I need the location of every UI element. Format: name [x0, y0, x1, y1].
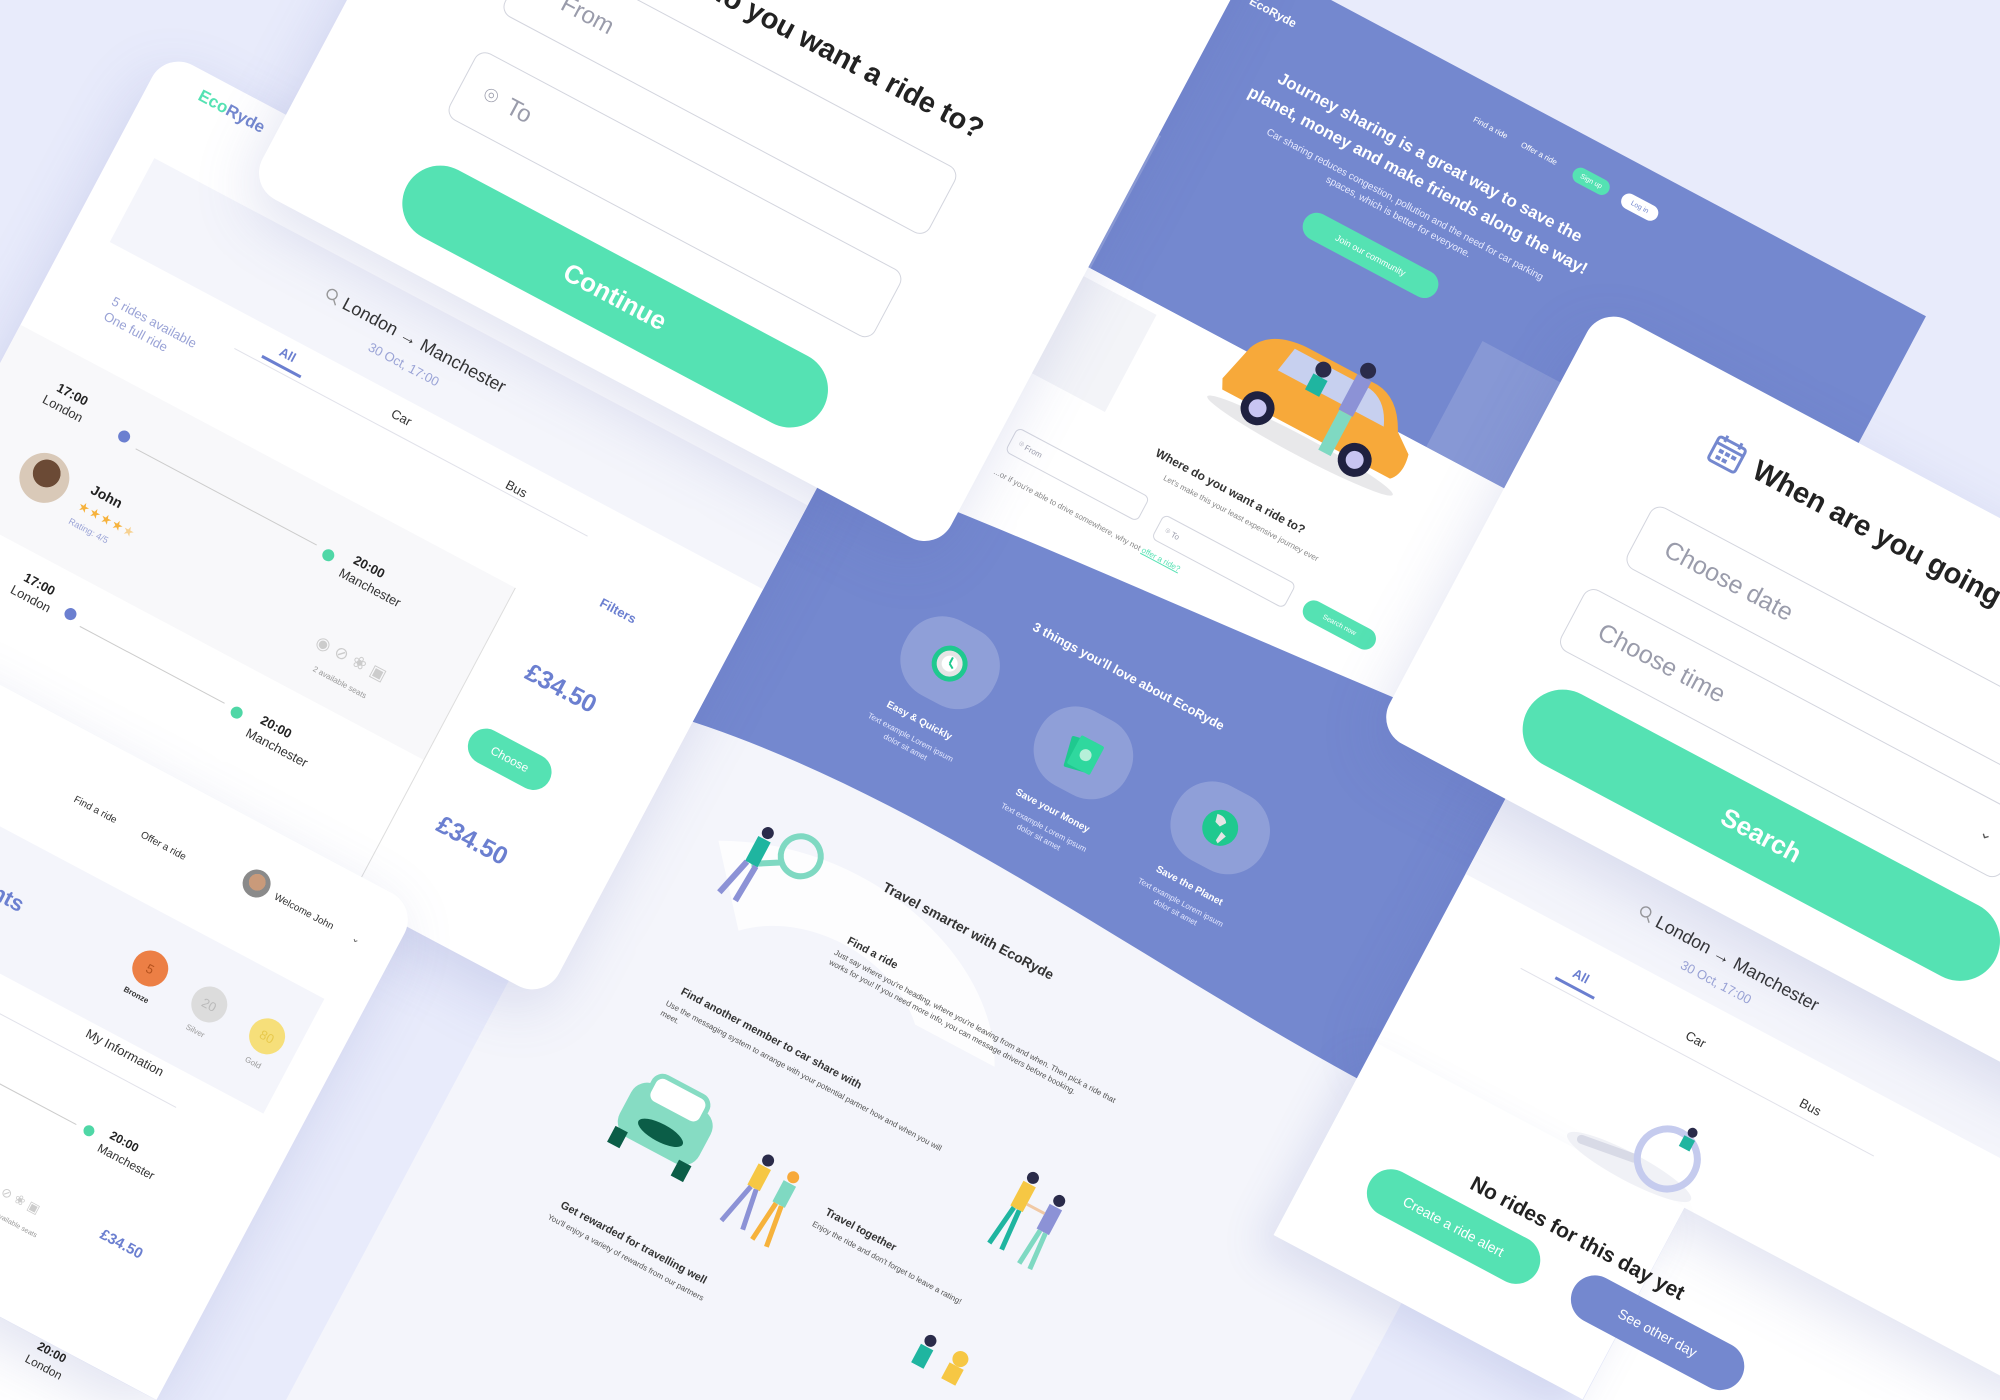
calendar-icon [1707, 435, 1747, 474]
date-placeholder: Choose date [1659, 535, 1799, 627]
time-placeholder: Choose time [1593, 617, 1731, 709]
chevron-down-icon: ⌄ [1976, 823, 1997, 845]
showcase-scene: EcoRyde Find a ride Offer a ride Sign up… [0, 0, 2000, 1400]
